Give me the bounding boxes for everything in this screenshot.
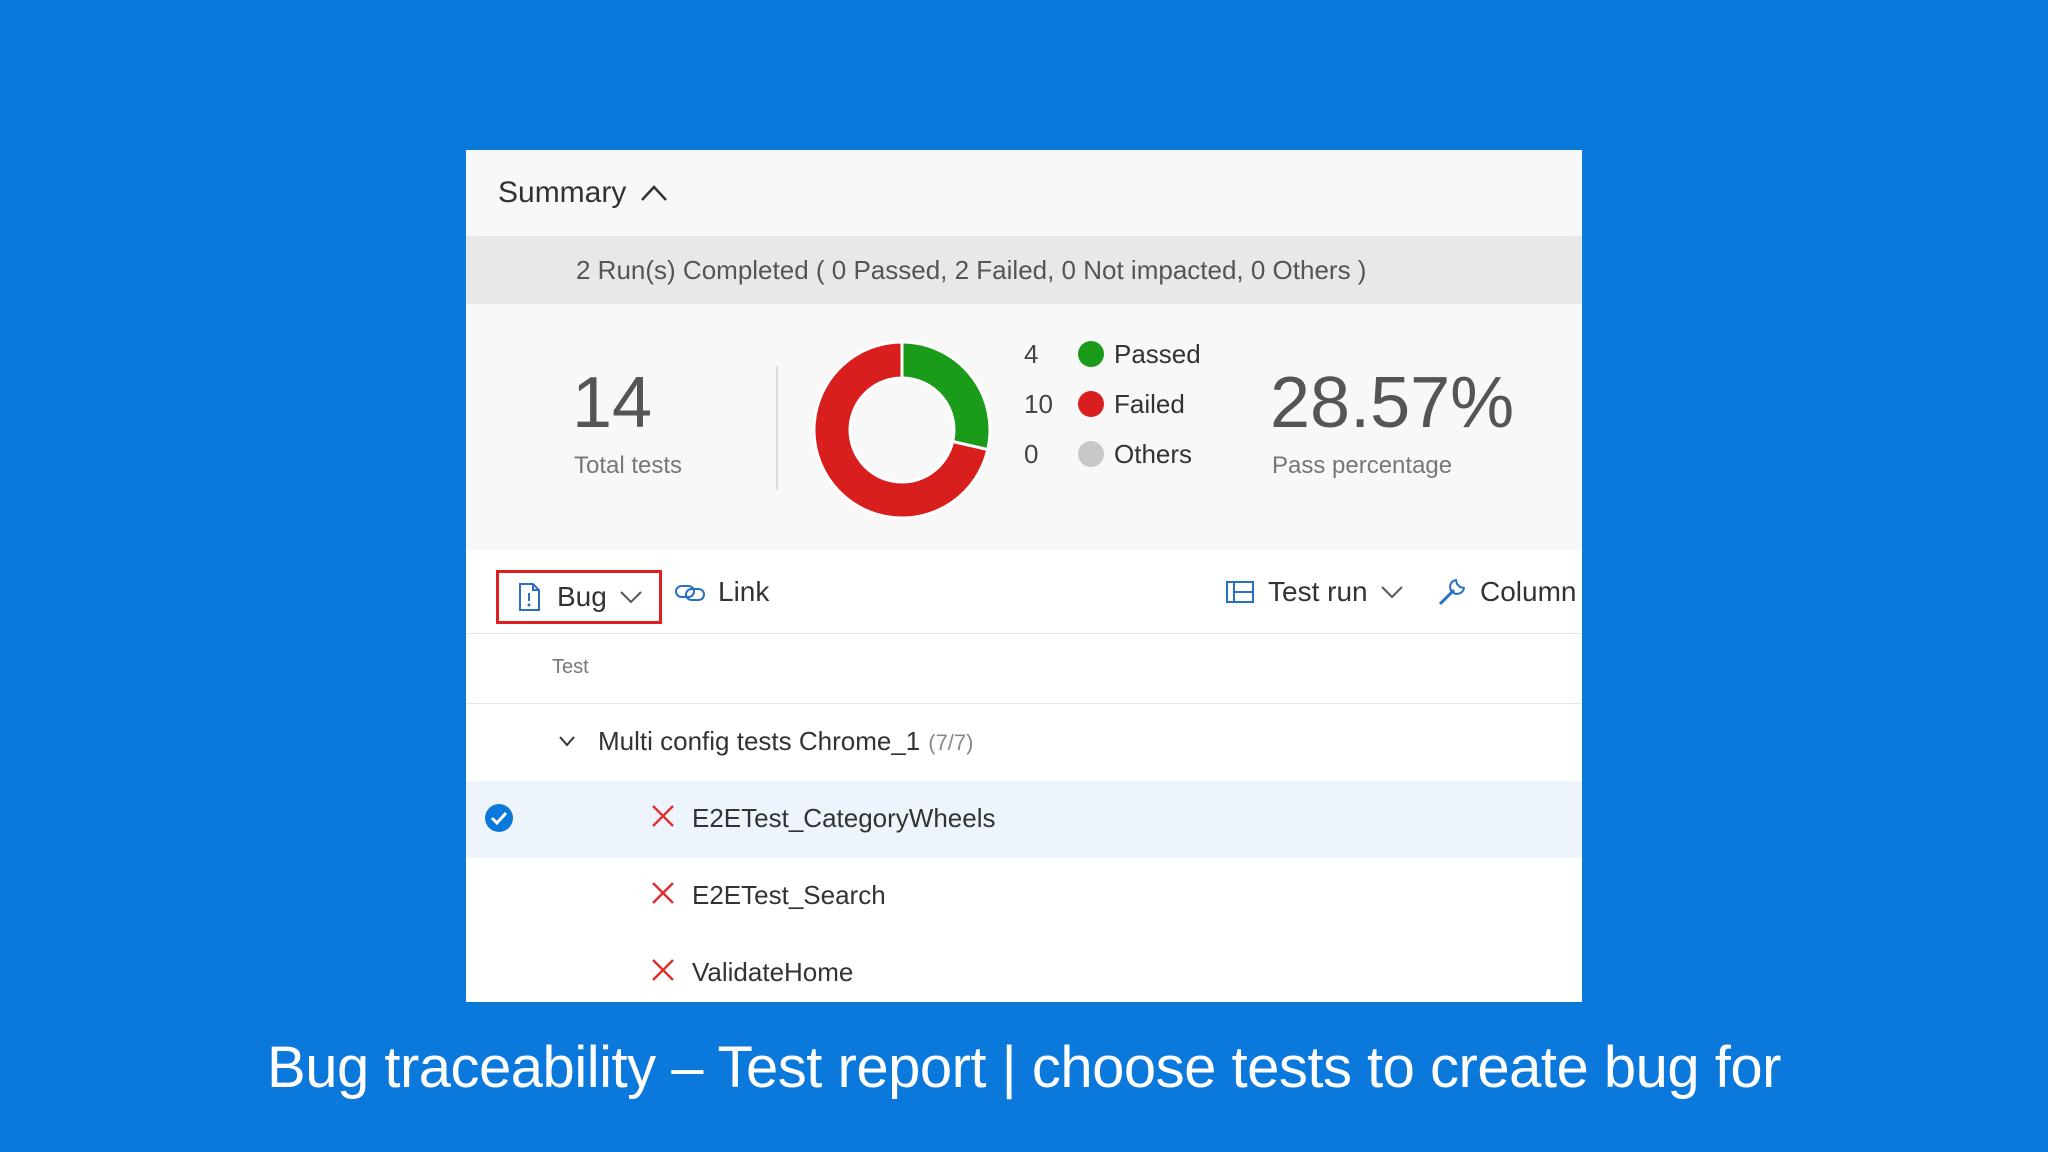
test-name: ValidateHome (692, 957, 854, 987)
pass-percentage-value: 28.57% (1270, 363, 1515, 443)
column-header-test[interactable]: Test (552, 656, 589, 679)
divider (776, 366, 778, 490)
test-report-panel: Summary 2 Run(s) Completed ( 0 Passed, 2… (466, 150, 1582, 1002)
total-tests-value: 14 (572, 363, 653, 443)
legend-label: Failed (1114, 388, 1185, 419)
wrench-icon (1438, 578, 1466, 606)
checkmark-circle-icon[interactable] (484, 803, 514, 833)
link-button[interactable]: Link (674, 550, 769, 634)
legend-item-others: 0 Others (1024, 434, 1192, 474)
failed-x-icon (652, 805, 674, 827)
summary-header[interactable]: Summary (466, 150, 1582, 236)
legend-dot (1078, 441, 1104, 467)
test-run-icon (1226, 581, 1254, 603)
table-row[interactable]: E2ETest_CategoryWheels (466, 781, 1582, 858)
pass-percentage-label: Pass percentage (1272, 452, 1453, 479)
group-name-text: Multi config tests Chrome_1 (598, 726, 921, 756)
table-column-header: Test (466, 634, 1582, 704)
chevron-down-icon (1380, 586, 1403, 599)
legend-count: 0 (1024, 438, 1039, 469)
test-group-row[interactable]: Multi config tests Chrome_1 (7/7) (466, 704, 1582, 781)
stats-section: 14 Total tests 4 Passed 10 Failed 0 Othe… (466, 304, 1582, 550)
chevron-up-icon[interactable] (640, 183, 668, 203)
bug-button[interactable]: Bug (496, 570, 662, 624)
bug-label: Bug (557, 581, 607, 612)
test-run-label: Test run (1268, 576, 1368, 607)
column-label: Column (1480, 576, 1577, 607)
legend-count: 4 (1024, 338, 1039, 369)
donut-chart (812, 340, 992, 520)
bug-document-icon (519, 583, 540, 611)
group-count: (7/7) (928, 730, 974, 755)
failed-x-icon (652, 959, 674, 981)
legend-dot (1078, 341, 1104, 367)
failed-x-icon (652, 882, 674, 904)
legend-count: 10 (1024, 388, 1053, 419)
total-tests-label: Total tests (574, 452, 683, 479)
runs-summary-text: 2 Run(s) Completed ( 0 Passed, 2 Failed,… (576, 254, 1367, 285)
test-run-button[interactable]: Test run (1224, 550, 1404, 634)
toolbar: Bug Link Test run Column (466, 550, 1582, 634)
column-options-button[interactable]: Column (1436, 550, 1576, 634)
slide-caption: Bug traceability – Test report | choose … (267, 1035, 1781, 1100)
table-row[interactable]: ValidateHome (466, 935, 1582, 1002)
legend-item-failed: 10 Failed (1024, 384, 1185, 424)
table-row[interactable]: E2ETest_Search (466, 858, 1582, 935)
legend-dot (1078, 391, 1104, 417)
runs-summary-bar: 2 Run(s) Completed ( 0 Passed, 2 Failed,… (466, 236, 1582, 304)
test-name: E2ETest_CategoryWheels (692, 803, 996, 833)
legend-label: Passed (1114, 338, 1201, 369)
test-group-name: Multi config tests Chrome_1 (7/7) (598, 726, 974, 757)
donut-slice-passed (900, 340, 992, 452)
link-label: Link (718, 576, 770, 607)
legend-label: Others (1114, 438, 1193, 469)
test-name: E2ETest_Search (692, 880, 886, 910)
summary-title: Summary (498, 176, 627, 209)
legend-item-passed: 4 Passed (1024, 334, 1201, 374)
chevron-down-icon[interactable] (558, 734, 576, 748)
chevron-down-icon (620, 591, 642, 604)
link-icon (675, 585, 705, 601)
